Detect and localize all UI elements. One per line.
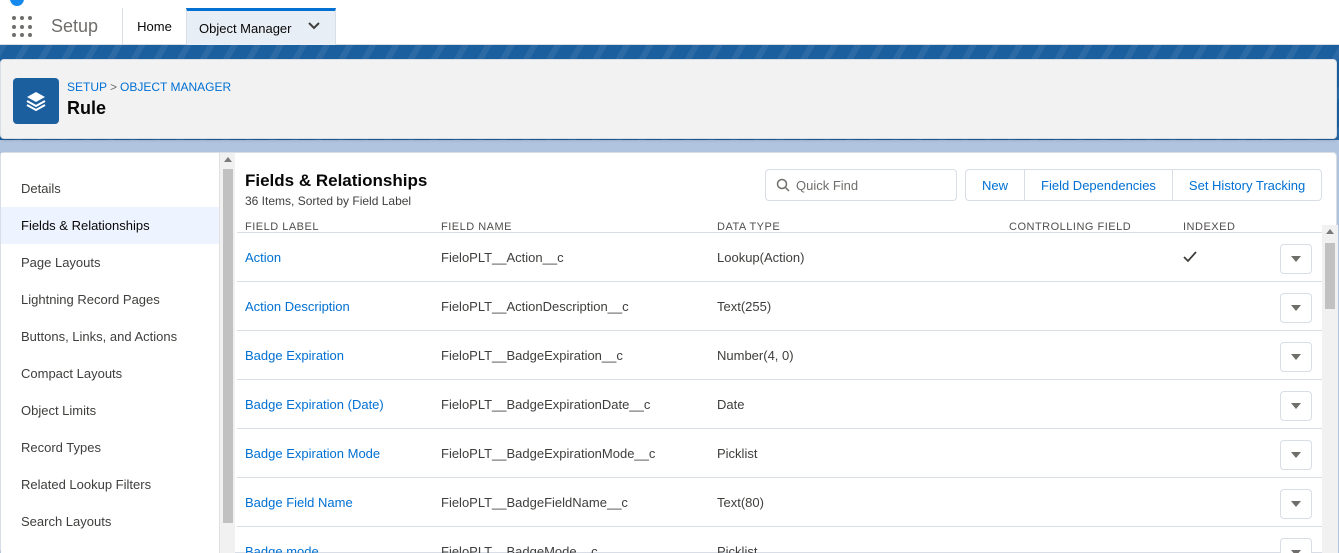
section-title: Fields & Relationships [245, 171, 428, 190]
global-nav-bar: Setup Home Object Manager [0, 8, 1339, 45]
sidebar-item-record-types[interactable]: Record Types [1, 429, 219, 466]
field-api-name: FieloPLT__BadgeFieldName__c [441, 495, 628, 510]
field-label-link[interactable]: Badge Expiration Mode [245, 446, 380, 461]
row-actions-menu-button[interactable] [1280, 293, 1312, 323]
dropdown-arrow-icon [1291, 452, 1301, 458]
app-launcher-icon[interactable] [12, 16, 34, 38]
field-label-link[interactable]: Badge Field Name [245, 495, 353, 510]
field-data-type: Lookup(Action) [717, 250, 805, 265]
quick-find-box[interactable] [765, 169, 957, 201]
column-header-field-label[interactable]: FIELD LABEL [245, 221, 319, 232]
field-label-link[interactable]: Action [245, 250, 281, 265]
tab-home[interactable]: Home [122, 8, 186, 45]
field-api-name: FieloPLT__BadgeExpirationDate__c [441, 397, 651, 412]
table-row: Action Description FieloPLT__ActionDescr… [237, 282, 1322, 331]
field-label-link[interactable]: Badge mode [245, 544, 319, 553]
tab-object-manager-label: Object Manager [199, 20, 292, 36]
breadcrumb-object-manager[interactable]: OBJECT MANAGER [120, 80, 231, 94]
field-label-link[interactable]: Badge Expiration (Date) [245, 397, 384, 412]
quick-find-input[interactable] [796, 176, 946, 194]
sidebar-nav: Details Fields & Relationships Page Layo… [1, 153, 219, 553]
field-data-type: Number(4, 0) [717, 348, 794, 363]
app-name: Setup [51, 16, 99, 36]
scroll-up-arrow-icon[interactable] [224, 157, 232, 162]
dropdown-arrow-icon [1291, 305, 1301, 311]
table-row: Badge Expiration Mode FieloPLT__BadgeExp… [237, 429, 1322, 478]
column-header-controlling-field[interactable]: CONTROLLING FIELD [1009, 221, 1131, 232]
field-label-link[interactable]: Action Description [245, 299, 350, 314]
row-actions-menu-button[interactable] [1280, 342, 1312, 372]
breadcrumb: SETUP > OBJECT MANAGER [67, 80, 231, 94]
layers-icon [13, 78, 59, 124]
chevron-down-icon[interactable] [307, 19, 321, 36]
fields-content: Fields & Relationships 36 Items, Sorted … [237, 153, 1338, 553]
field-data-type: Text(80) [717, 495, 764, 510]
sidebar-scrollbar[interactable] [219, 153, 235, 553]
row-actions-menu-button[interactable] [1280, 538, 1312, 553]
field-api-name: FieloPLT__ActionDescription__c [441, 299, 629, 314]
sidebar-item-search-layouts[interactable]: Search Layouts [1, 503, 219, 540]
dropdown-arrow-icon [1291, 501, 1301, 507]
breadcrumb-setup[interactable]: SETUP [67, 80, 107, 94]
logo-fragment [10, 0, 24, 6]
sidebar-item-object-limits[interactable]: Object Limits [1, 392, 219, 429]
field-label-link[interactable]: Badge Expiration [245, 348, 344, 363]
sidebar-item-fields-relationships[interactable]: Fields & Relationships [1, 207, 219, 244]
sidebar-item-buttons-links-actions[interactable]: Buttons, Links, and Actions [1, 318, 219, 355]
search-icon [776, 178, 790, 197]
checkmark-icon [1183, 250, 1197, 268]
action-button-group: New Field Dependencies Set History Track… [965, 169, 1323, 201]
field-api-name: FieloPLT__BadgeExpiration__c [441, 348, 623, 363]
table-row: Badge Expiration FieloPLT__BadgeExpirati… [237, 331, 1322, 380]
main-card: Details Fields & Relationships Page Layo… [0, 152, 1338, 553]
tab-object-manager[interactable]: Object Manager [186, 8, 336, 45]
scrollbar-thumb[interactable] [223, 169, 233, 523]
page-title: Rule [67, 98, 107, 118]
field-api-name: FieloPLT__BadgeMode__c [441, 544, 598, 553]
breadcrumb-separator: > [110, 80, 118, 94]
fields-table-body: Action FieloPLT__Action__c Lookup(Action… [237, 233, 1322, 553]
column-header-indexed[interactable]: INDEXED [1183, 221, 1235, 232]
row-actions-menu-button[interactable] [1280, 440, 1312, 470]
sidebar-item-related-lookup-filters[interactable]: Related Lookup Filters [1, 466, 219, 503]
column-header-field-name[interactable]: FIELD NAME [441, 221, 512, 232]
dropdown-arrow-icon [1291, 256, 1301, 262]
field-data-type: Picklist [717, 446, 758, 461]
table-row: Badge Expiration (Date) FieloPLT__BadgeE… [237, 380, 1322, 429]
dropdown-arrow-icon [1291, 354, 1301, 360]
field-dependencies-button[interactable]: Field Dependencies [1025, 170, 1173, 200]
sidebar-item-lightning-record-pages[interactable]: Lightning Record Pages [1, 281, 219, 318]
section-subtitle: 36 Items, Sorted by Field Label [245, 194, 412, 208]
row-actions-menu-button[interactable] [1280, 489, 1312, 519]
table-row: Badge mode FieloPLT__BadgeMode__c Pickli… [237, 527, 1322, 553]
table-row: Action FieloPLT__Action__c Lookup(Action… [237, 233, 1322, 282]
table-scrollbar[interactable] [1322, 225, 1338, 553]
table-row: Badge Field Name FieloPLT__BadgeFieldNam… [237, 478, 1322, 527]
row-actions-menu-button[interactable] [1280, 244, 1312, 274]
field-api-name: FieloPLT__BadgeExpirationMode__c [441, 446, 656, 461]
scrollbar-thumb[interactable] [1325, 243, 1335, 309]
field-data-type: Date [717, 397, 745, 412]
sidebar-item-details[interactable]: Details [1, 170, 219, 207]
new-button[interactable]: New [966, 170, 1026, 200]
table-header: FIELD LABEL FIELD NAME DATA TYPE CONTROL… [237, 219, 1322, 233]
field-data-type: Text(255) [717, 299, 772, 314]
top-strip [0, 0, 1339, 8]
sidebar-item-page-layouts[interactable]: Page Layouts [1, 244, 219, 281]
field-api-name: FieloPLT__Action__c [441, 250, 564, 265]
row-actions-menu-button[interactable] [1280, 391, 1312, 421]
set-history-tracking-button[interactable]: Set History Tracking [1173, 170, 1321, 200]
column-header-data-type[interactable]: DATA TYPE [717, 221, 780, 232]
page-header: SETUP > OBJECT MANAGER Rule [0, 59, 1337, 139]
dropdown-arrow-icon [1291, 403, 1301, 409]
sidebar-item-compact-layouts[interactable]: Compact Layouts [1, 355, 219, 392]
scroll-up-arrow-icon[interactable] [1326, 229, 1334, 234]
field-data-type: Picklist [717, 544, 758, 553]
